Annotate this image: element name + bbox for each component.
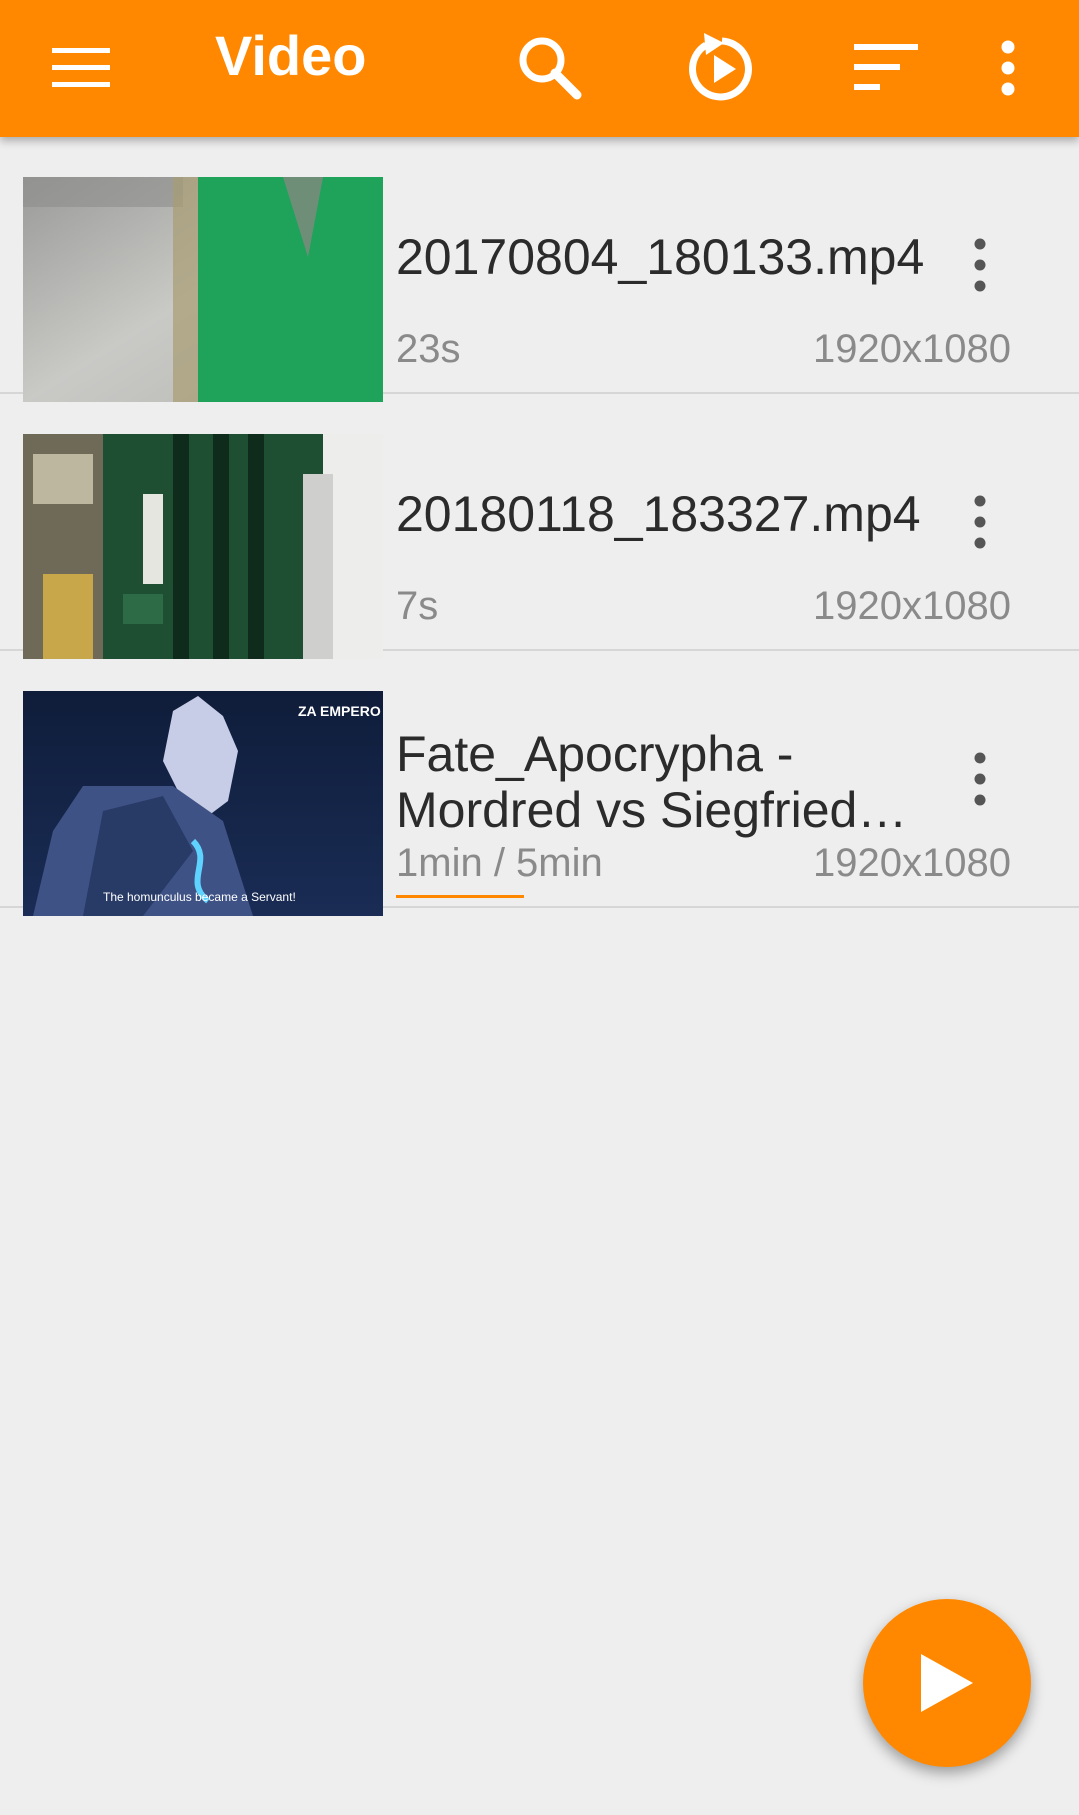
video-title: 20170804_180133.mp4: [396, 229, 925, 285]
search-button[interactable]: [502, 20, 598, 116]
thumbnail-subtitle-text: The homunculus became a Servant!: [103, 890, 296, 904]
playback-progress-bar: [396, 895, 524, 898]
item-more-button[interactable]: [950, 482, 1010, 562]
video-thumbnail: [23, 434, 383, 659]
sort-button[interactable]: [839, 20, 935, 116]
video-list-item[interactable]: ZA EMPERO The homunculus became a Servan…: [0, 651, 1079, 916]
sort-icon: [854, 44, 918, 90]
more-vert-icon: [974, 238, 986, 292]
overflow-menu-button[interactable]: [960, 20, 1056, 116]
item-more-button[interactable]: [950, 739, 1010, 819]
item-more-button[interactable]: [950, 225, 1010, 305]
video-title: Fate_Apocrypha - Mordred vs Siegfried…: [396, 726, 908, 838]
video-resolution: 1920x1080: [813, 327, 1011, 371]
resume-playback-button[interactable]: [672, 20, 768, 116]
search-icon: [519, 37, 582, 100]
overflow-menu-icon: [1001, 40, 1015, 96]
video-list-item[interactable]: 20180118_183327.mp4 7s 1920x1080: [0, 394, 1079, 659]
video-duration: 23s: [396, 327, 461, 371]
video-title: 20180118_183327.mp4: [396, 486, 921, 542]
page-title: Video: [215, 24, 367, 87]
video-thumbnail: ZA EMPERO The homunculus became a Servan…: [23, 691, 383, 916]
play-icon: [921, 1654, 973, 1712]
more-vert-icon: [974, 752, 986, 806]
video-list-item[interactable]: 20170804_180133.mp4 23s 1920x1080: [0, 137, 1079, 402]
app-bar: Video: [0, 0, 1079, 137]
menu-button[interactable]: [34, 20, 130, 116]
resume-playback-icon: [689, 33, 752, 101]
video-thumbnail: [23, 177, 383, 402]
play-fab-button[interactable]: [863, 1599, 1031, 1767]
more-vert-icon: [974, 495, 986, 549]
video-resolution: 1920x1080: [813, 584, 1011, 628]
thumbnail-corner-text: ZA EMPERO: [298, 703, 381, 719]
menu-icon: [52, 48, 110, 87]
video-resolution: 1920x1080: [813, 841, 1011, 885]
video-duration: 1min / 5min: [396, 841, 603, 885]
video-duration: 7s: [396, 584, 439, 628]
